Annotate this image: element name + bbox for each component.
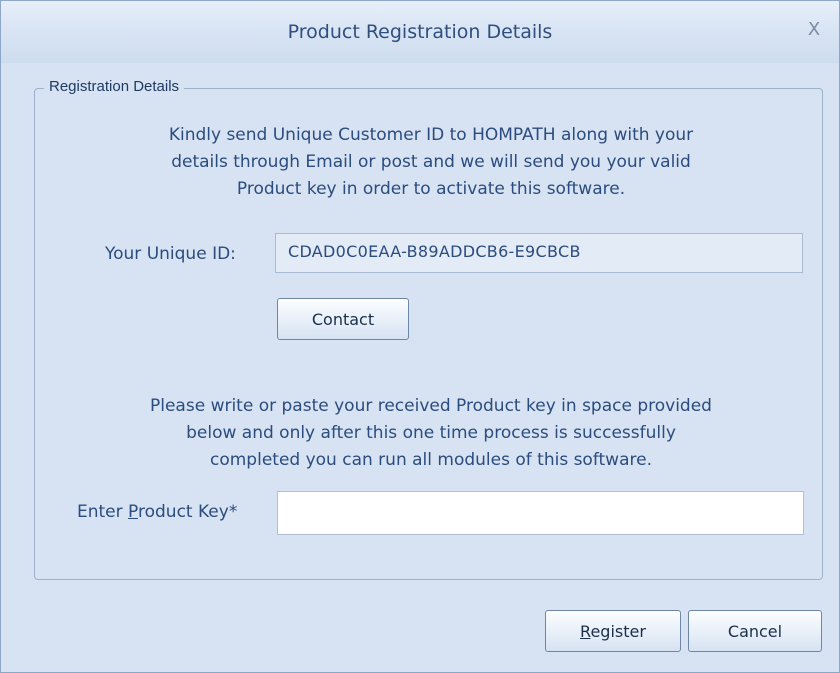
product-key-label-rest: roduct Key* [138, 502, 238, 522]
dialog-title: Product Registration Details [287, 21, 553, 43]
register-button[interactable]: Register [545, 610, 681, 652]
cancel-button[interactable]: Cancel [688, 610, 822, 652]
instructions-line-2: below and only after this one time proce… [186, 423, 676, 443]
instructions-line-1: Please write or paste your received Prod… [150, 396, 712, 416]
unique-id-field[interactable]: CDAD0C0EAA-B89ADDCB6-E9CBCB [275, 233, 803, 273]
product-key-input[interactable] [277, 491, 804, 535]
intro-line-2: details through Email or post and we wil… [171, 152, 691, 172]
unique-id-label: Your Unique ID: [105, 244, 236, 264]
title-bar: Product Registration Details X [1, 1, 839, 63]
register-label-rest: egister [590, 621, 646, 641]
intro-line-1: Kindly send Unique Customer ID to HOMPAT… [168, 125, 694, 145]
instructions-message: Please write or paste your received Prod… [61, 393, 801, 474]
product-key-label-mnemonic: P [128, 502, 138, 522]
registration-dialog: Product Registration Details X Registrat… [0, 0, 840, 673]
product-key-label: Enter Product Key* [77, 502, 237, 522]
register-mnemonic: R [580, 621, 591, 641]
intro-message: Kindly send Unique Customer ID to HOMPAT… [61, 122, 801, 203]
intro-line-3: Product key in order to activate this so… [236, 179, 626, 199]
close-icon[interactable]: X [801, 17, 827, 43]
group-legend: Registration Details [44, 78, 185, 95]
product-key-label-prefix: Enter [77, 502, 129, 522]
instructions-line-3: completed you can run all modules of thi… [210, 450, 652, 470]
contact-button[interactable]: Contact [277, 298, 409, 340]
